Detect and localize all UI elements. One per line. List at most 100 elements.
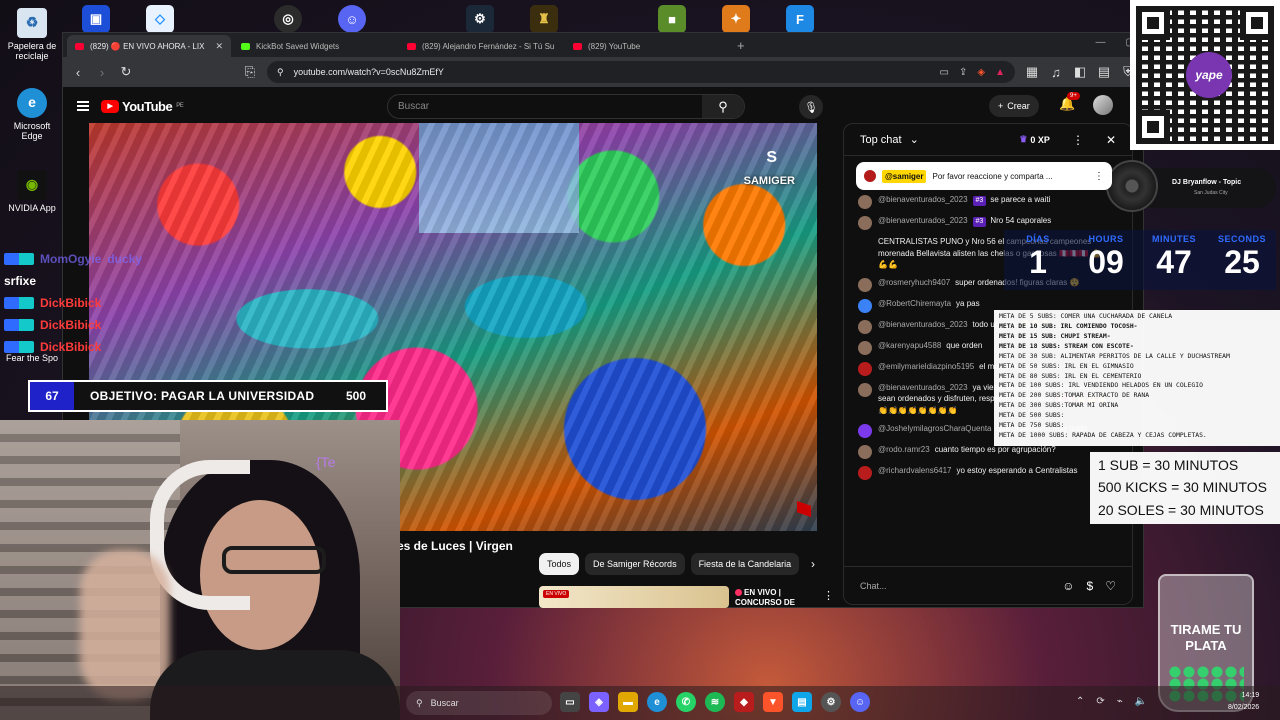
chat-message[interactable]: @richardvalens6417 yo estoy esperando a C… xyxy=(858,465,1110,480)
spotify-icon[interactable]: ≋ xyxy=(705,692,725,712)
notifications-button[interactable]: 🔔 9+ xyxy=(1059,92,1080,112)
overlay-text: {Te xyxy=(316,454,336,470)
desktop-icon-label: NVIDIA App xyxy=(8,203,56,213)
desktop-icon-nvidia[interactable]: ◉ NVIDIA App xyxy=(2,170,62,214)
whatsapp-icon[interactable]: ✆ xyxy=(676,692,696,712)
chat-author[interactable]: @rosmeryhuch9407 xyxy=(878,278,950,287)
pinned-message[interactable]: @samiger Por favor reaccione y comparta … xyxy=(856,162,1112,190)
wallet-icon[interactable]: ▤ xyxy=(1097,64,1111,80)
search-button[interactable]: ⚲ xyxy=(702,95,744,118)
search-input[interactable]: Buscar xyxy=(388,101,702,112)
voice-search-button[interactable]: 🎙 xyxy=(799,95,823,119)
youtube-logo[interactable]: ▶ YouTube PE xyxy=(101,99,184,114)
site-info-icon[interactable]: ⚲ xyxy=(277,67,284,78)
recommended-title[interactable]: EN VIVO | CONCURSO DE xyxy=(735,588,795,609)
super-chat-icon[interactable]: $ xyxy=(1087,579,1094,593)
forward-icon[interactable]: › xyxy=(95,65,109,80)
edge-icon[interactable]: e xyxy=(647,692,667,712)
url-text: youtube.com/watch?v=0scNu8ZmEfY xyxy=(293,67,444,77)
counter-strike-icon[interactable]: ✦ xyxy=(722,5,750,33)
chip-candelaria[interactable]: Fiesta de la Candelaria xyxy=(690,553,800,575)
chip-all[interactable]: Todos xyxy=(539,553,580,575)
share-icon[interactable]: ⇪ xyxy=(959,67,967,78)
sidebar-icon[interactable]: ◧ xyxy=(1073,64,1087,80)
discord-icon[interactable]: ☺ xyxy=(850,692,870,712)
back-icon[interactable]: ‹ xyxy=(71,65,85,80)
chevron-right-icon[interactable]: › xyxy=(811,557,815,571)
emoji-icon[interactable]: ☺ xyxy=(1062,579,1074,593)
discord-icon[interactable]: ☺ xyxy=(338,5,366,33)
chevron-down-icon[interactable]: ⌄ xyxy=(910,133,919,146)
settings-icon[interactable]: ⚙ xyxy=(821,692,841,712)
more-options-icon[interactable]: ⋮ xyxy=(823,589,834,602)
cast-icon[interactable]: ▭ xyxy=(940,67,949,78)
task-view-icon[interactable]: ▭ xyxy=(560,692,580,712)
tab-alejandro[interactable]: (829) Alejandro Fernández - Si Tú Su xyxy=(399,35,563,57)
app-icon[interactable]: ◆ xyxy=(734,692,754,712)
new-tab-icon[interactable]: + xyxy=(731,38,751,53)
account-avatar[interactable] xyxy=(1093,95,1113,115)
chat-author[interactable]: @karenyapu4588 xyxy=(878,341,941,350)
recommendation-chips: Todos De Samiger Récords Fiesta de la Ca… xyxy=(539,553,800,575)
chat-mode-select[interactable]: Top chat xyxy=(860,134,902,146)
tab-kickbot[interactable]: KickBot Saved Widgets xyxy=(233,35,397,57)
reload-icon[interactable]: ↻ xyxy=(119,64,133,80)
copilot-icon[interactable]: ◈ xyxy=(589,692,609,712)
recommended-thumbnail[interactable]: EN VIVO xyxy=(539,586,729,608)
extensions-icon[interactable]: ▦ xyxy=(1025,64,1039,80)
clock[interactable]: 14:19 8/02/2026 xyxy=(1228,690,1259,714)
chat-author[interactable]: @richardvalens6417 xyxy=(878,466,952,475)
sub-goal: META DE 300 SUBS:TOMAR MI ORINA xyxy=(999,401,1119,410)
chat-author[interactable]: @emilymarieldiazpino5195 xyxy=(878,362,974,371)
chat-author[interactable]: @bienaventurados_2023 xyxy=(878,320,968,329)
chat-message[interactable]: @bienaventurados_2023 #3 Nro 54 caporales xyxy=(858,215,1110,230)
chat-author[interactable]: @bienaventurados_2023 xyxy=(878,195,968,204)
more-options-icon[interactable]: ⋮ xyxy=(1094,171,1104,182)
brave-shields-icon[interactable]: ◈ xyxy=(977,67,985,78)
url-field[interactable]: ⚲ youtube.com/watch?v=0scNu8ZmEfY ▭ ⇪ ◈ … xyxy=(267,61,1015,83)
tab-youtube[interactable]: (829) YouTube xyxy=(565,35,729,57)
chat-author[interactable]: @JoshelymilagrosCharaQuenta xyxy=(878,424,992,433)
heart-icon[interactable]: ♡ xyxy=(1105,579,1116,593)
bookmark-icon[interactable]: ⎘ xyxy=(243,64,257,80)
chat-input[interactable]: Chat... xyxy=(860,581,1050,591)
sync-icon[interactable]: ⟳ xyxy=(1096,696,1104,707)
chat-author[interactable]: @rodo.ramr23 xyxy=(878,445,930,454)
desktop-icon-edge[interactable]: e Microsoft Edge xyxy=(2,88,62,142)
close-tab-icon[interactable]: ✕ xyxy=(215,41,223,52)
desktop-icon-recycle-bin[interactable]: ♻ Papelera de reciclaje xyxy=(2,8,62,62)
minimize-icon[interactable]: — xyxy=(1096,37,1106,48)
app-icon[interactable]: ▣ xyxy=(82,5,110,33)
xp-counter[interactable]: ♛ 0 XP xyxy=(1019,134,1050,145)
chip-samiger[interactable]: De Samiger Récords xyxy=(585,553,685,575)
media-icon[interactable]: ♫ xyxy=(1049,65,1063,80)
address-bar: ‹ › ↻ ⎘ ⚲ youtube.com/watch?v=0scNu8ZmEf… xyxy=(63,57,1143,87)
desktop-icon-label: Microsoft Edge xyxy=(13,121,51,141)
chat-text: que orden xyxy=(946,340,983,350)
chat-author[interactable]: @bienaventurados_2023 xyxy=(878,383,968,392)
volume-icon[interactable]: 🔈 xyxy=(1135,696,1147,707)
brave-icon[interactable]: ▼ xyxy=(763,692,783,712)
more-options-icon[interactable]: ⋮ xyxy=(1072,133,1084,147)
timer-seconds: SECONDS 25 xyxy=(1208,230,1276,290)
chat-message[interactable]: @bienaventurados_2023 #3 se parece a waiti xyxy=(858,194,1110,209)
network-icon[interactable]: ⌁ xyxy=(1117,696,1123,707)
taskbar: ⚲ Buscar ▭ ◈ ▬ e ✆ ≋ ◆ ▼ ▤ ⚙ ☺ ⌃ ⟳ ⌁ 🔈 1… xyxy=(0,686,1280,720)
close-icon[interactable]: ✕ xyxy=(1106,133,1116,147)
create-button[interactable]: + Crear xyxy=(989,95,1039,117)
app-icon[interactable]: F xyxy=(786,5,814,33)
menu-icon[interactable] xyxy=(77,101,89,111)
game-icon[interactable]: ♜ xyxy=(530,5,558,33)
app-icon[interactable]: ◇ xyxy=(146,5,174,33)
taskbar-search[interactable]: ⚲ Buscar xyxy=(406,691,552,715)
steam-icon[interactable]: ⚙ xyxy=(466,5,494,33)
brave-rewards-icon[interactable]: ▲ xyxy=(995,67,1005,78)
notepad-icon[interactable]: ▤ xyxy=(792,692,812,712)
obs-icon[interactable]: ◎ xyxy=(274,5,302,33)
file-explorer-icon[interactable]: ▬ xyxy=(618,692,638,712)
chat-author[interactable]: @RobertChiremayta xyxy=(878,299,951,308)
tab-live-stream[interactable]: (829) 🔴 EN VIVO AHORA - LIX ✕ xyxy=(67,35,231,57)
chat-author[interactable]: @bienaventurados_2023 xyxy=(878,216,968,225)
chevron-up-icon[interactable]: ⌃ xyxy=(1076,696,1084,707)
minecraft-icon[interactable]: ■ xyxy=(658,5,686,33)
